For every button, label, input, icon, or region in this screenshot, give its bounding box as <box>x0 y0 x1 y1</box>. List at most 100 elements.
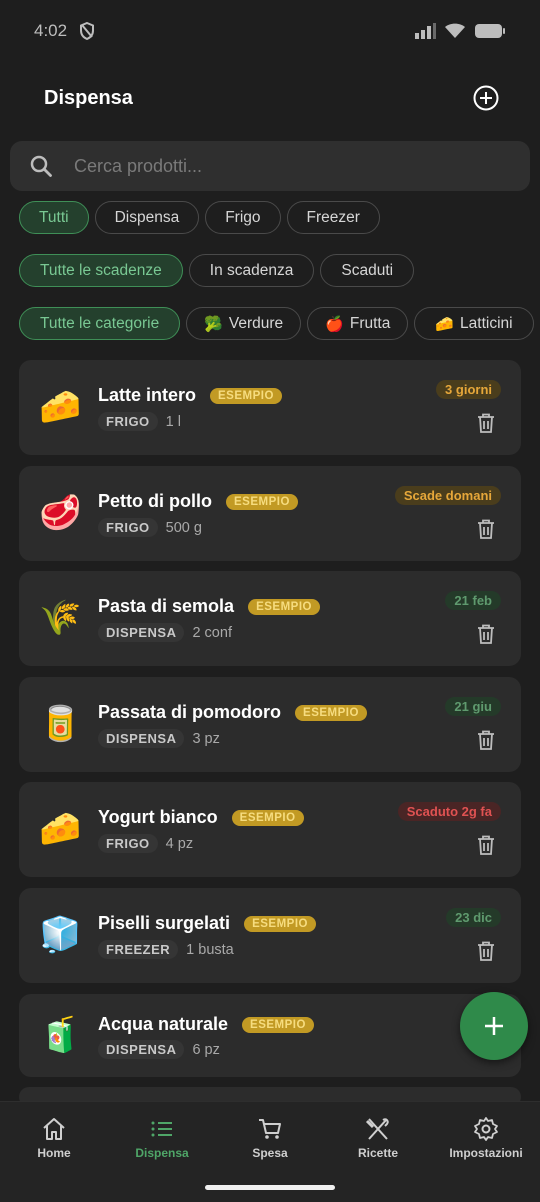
product-card[interactable]: 🧃 Acqua naturale ESEMPIO DISPENSA 6 pz <box>19 994 521 1077</box>
filter-category-verdure[interactable]: 🥦 Verdure <box>186 307 302 340</box>
location-badge: DISPENSA <box>98 729 185 748</box>
add-item-fab[interactable] <box>460 992 528 1060</box>
filter-location-frigo[interactable]: Frigo <box>205 201 281 234</box>
location-filter-row: Tutti Dispensa Frigo Freezer <box>19 201 380 234</box>
example-tag: ESEMPIO <box>226 493 298 510</box>
location-badge: DISPENSA <box>98 1040 185 1059</box>
gear-icon <box>474 1117 498 1141</box>
expiry-badge: Scade domani <box>394 486 501 505</box>
trash-icon[interactable] <box>476 834 496 856</box>
filter-category-latticini[interactable]: 🧀 Latticini <box>414 307 534 340</box>
example-tag: ESEMPIO <box>248 598 320 615</box>
product-card[interactable]: 🌾 Pasta di semola ESEMPIO DISPENSA 2 conf … <box>19 571 521 666</box>
meat-icon: 🥩 <box>39 494 82 532</box>
trash-icon[interactable] <box>476 412 496 434</box>
example-tag: ESEMPIO <box>210 387 282 404</box>
quantity: 1 l <box>165 413 181 430</box>
filter-location-all[interactable]: Tutti <box>19 201 89 234</box>
trash-icon[interactable] <box>476 729 496 751</box>
category-filter-row: Tutte le categorie 🥦 Verdure 🍎 Frutta 🧀 … <box>19 307 540 340</box>
search-input[interactable]: Cerca prodotti... <box>10 141 530 191</box>
product-card[interactable]: 🧀 Latte intero ESEMPIO FRIGO 1 l 3 giorni <box>19 360 521 455</box>
can-icon: 🥫 <box>39 705 82 743</box>
product-card[interactable]: 🥫 Passata di pomodoro ESEMPIO DISPENSA 3 p… <box>19 677 521 772</box>
wheat-icon: 🌾 <box>39 599 82 637</box>
quantity: 1 busta <box>186 941 234 958</box>
cheese-icon: 🧀 <box>435 315 455 333</box>
example-tag: ESEMPIO <box>231 809 304 826</box>
list-icon <box>151 1121 172 1137</box>
filter-location-freezer[interactable]: Freezer <box>286 201 380 234</box>
chip-label: Tutte le categorie <box>40 314 160 332</box>
filter-expiry-expired[interactable]: Scaduti <box>320 254 415 287</box>
location-badge: DISPENSA <box>98 623 185 642</box>
product-name: Pasta di semola <box>98 596 235 616</box>
product-card[interactable]: 🥩 Petto di pollo ESEMPIO FRIGO 500 g Scade… <box>19 466 521 561</box>
filter-expiry-all[interactable]: Tutte le scadenze <box>19 254 183 287</box>
nav-ricette[interactable]: Ricette <box>324 1116 432 1160</box>
expiry-filter-row: Tutte le scadenze In scadenza Scaduti <box>19 254 415 287</box>
nav-spesa[interactable]: Spesa <box>216 1116 324 1160</box>
search-icon <box>30 155 52 177</box>
trash-icon[interactable] <box>476 623 496 645</box>
status-bar: 4:02 <box>0 0 540 62</box>
ice-cube-icon: 🧊 <box>39 916 82 954</box>
product-name: Yogurt bianco <box>98 807 218 827</box>
nav-label: Impostazioni <box>449 1146 523 1160</box>
chip-label: Latticini <box>460 314 513 332</box>
status-time: 4:02 <box>34 21 68 40</box>
expiry-badge: 3 giorni <box>436 380 501 399</box>
quantity: 2 conf <box>192 624 232 641</box>
location-badge: FREEZER <box>98 940 179 959</box>
add-product-button[interactable] <box>472 84 500 112</box>
product-name: Acqua naturale <box>98 1014 229 1034</box>
juice-box-icon: 🧃 <box>39 1016 82 1054</box>
chip-label: Frutta <box>349 314 391 332</box>
nav-home[interactable]: Home <box>0 1116 108 1160</box>
filter-category-all[interactable]: Tutte le categorie <box>19 307 181 340</box>
quantity: 4 pz <box>165 835 194 852</box>
nav-dispensa[interactable]: Dispensa <box>108 1116 216 1160</box>
location-badge: FRIGO <box>98 834 158 853</box>
app-header: Dispensa <box>0 76 540 120</box>
product-card[interactable]: 🧊 Piselli surgelati ESEMPIO FREEZER 1 bust… <box>19 888 521 983</box>
chip-label: Verdure <box>228 314 284 332</box>
page-title: Dispensa <box>44 86 133 109</box>
filter-expiry-soon[interactable]: In scadenza <box>188 254 315 287</box>
expiry-badge: 23 dic <box>446 908 501 927</box>
filter-category-frutta[interactable]: 🍎 Frutta <box>307 307 409 340</box>
product-name: Latte intero <box>98 385 197 405</box>
cheese-icon: 🧀 <box>39 810 82 848</box>
trash-icon[interactable] <box>476 940 496 962</box>
search-placeholder: Cerca prodotti... <box>74 155 203 176</box>
nav-label: Dispensa <box>135 1146 189 1160</box>
home-indicator[interactable] <box>205 1185 335 1190</box>
location-badge: FRIGO <box>98 518 158 537</box>
expiry-badge: Scaduto 2g fa <box>397 802 501 821</box>
product-name: Passata di pomodoro <box>98 702 282 722</box>
plus-circle-icon <box>473 85 499 111</box>
example-tag: ESEMPIO <box>242 1016 314 1033</box>
battery-icon <box>475 24 505 38</box>
product-name: Piselli surgelati <box>98 913 231 933</box>
nav-impostazioni[interactable]: Impostazioni <box>432 1116 540 1160</box>
nav-label: Ricette <box>357 1146 398 1160</box>
cart-icon <box>259 1119 281 1139</box>
filter-location-dispensa[interactable]: Dispensa <box>94 201 200 234</box>
signal-icon <box>415 23 436 39</box>
wifi-icon <box>445 23 465 38</box>
product-card[interactable]: 🧀 Yogurt bianco ESEMPIO FRIGO 4 pz Scaduto… <box>19 782 521 877</box>
expiry-badge: 21 giu <box>445 697 501 716</box>
expiry-badge: 21 feb <box>445 591 501 610</box>
shield-icon <box>80 22 95 40</box>
product-name: Petto di pollo <box>98 491 212 511</box>
trash-icon[interactable] <box>476 518 496 540</box>
quantity: 500 g <box>165 519 202 536</box>
quantity: 3 pz <box>192 730 220 747</box>
nav-label: Spesa <box>252 1146 288 1160</box>
broccoli-icon: 🥦 <box>204 315 223 333</box>
home-icon <box>43 1118 65 1140</box>
example-tag: ESEMPIO <box>244 915 316 932</box>
quantity: 6 pz <box>192 1041 220 1058</box>
plus-icon <box>485 1017 503 1035</box>
